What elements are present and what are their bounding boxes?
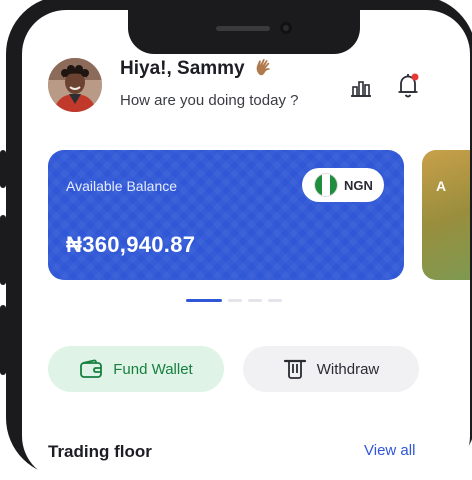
carousel-dot[interactable] — [228, 299, 242, 302]
withdraw-button[interactable]: Withdraw — [243, 346, 419, 392]
phone-frame: Hiya!, Sammy How are you doing today ? A… — [0, 0, 472, 480]
withdraw-label: Withdraw — [316, 360, 380, 378]
wallet-icon — [80, 359, 103, 378]
carousel-dot-active[interactable] — [186, 299, 222, 302]
balance-amount: ₦360,940.87 — [66, 232, 196, 257]
notification-bell-icon[interactable] — [394, 70, 422, 100]
balance-label: Available Balance — [66, 178, 178, 194]
avatar[interactable] — [48, 58, 102, 112]
fund-wallet-button[interactable]: Fund Wallet — [48, 346, 224, 392]
greeting-label: Hiya!, Sammy — [120, 58, 245, 79]
front-camera — [280, 22, 292, 34]
avatar-image — [48, 58, 102, 112]
fund-wallet-label: Fund Wallet — [113, 360, 193, 378]
trading-floor-heading: Trading floor — [48, 442, 152, 461]
balance-card[interactable]: Available Balance ₦360,940.87 NGN — [48, 150, 404, 280]
withdraw-icon — [283, 359, 306, 379]
wave-hand-icon — [256, 58, 270, 76]
greeting-text: Hiya!, Sammy — [120, 58, 274, 80]
greeting-subtitle: How are you doing today ? — [120, 92, 299, 109]
next-card-label-initial: A — [436, 178, 447, 194]
volume-button — [0, 215, 6, 285]
view-all-link[interactable]: View all — [364, 442, 415, 459]
next-card-peek[interactable]: A — [422, 150, 470, 280]
chart-icon[interactable] — [348, 74, 374, 100]
app-screen: Hiya!, Sammy How are you doing today ? A… — [22, 10, 470, 480]
speaker — [216, 26, 270, 31]
carousel-dot[interactable] — [248, 299, 262, 302]
volume-button — [0, 305, 6, 375]
currency-selector[interactable]: NGN — [302, 168, 384, 202]
carousel-dot[interactable] — [268, 299, 282, 302]
volume-button — [0, 150, 6, 188]
nigeria-flag-icon — [314, 173, 338, 197]
notification-dot — [411, 73, 419, 81]
notch — [128, 10, 360, 54]
currency-code: NGN — [344, 177, 373, 193]
